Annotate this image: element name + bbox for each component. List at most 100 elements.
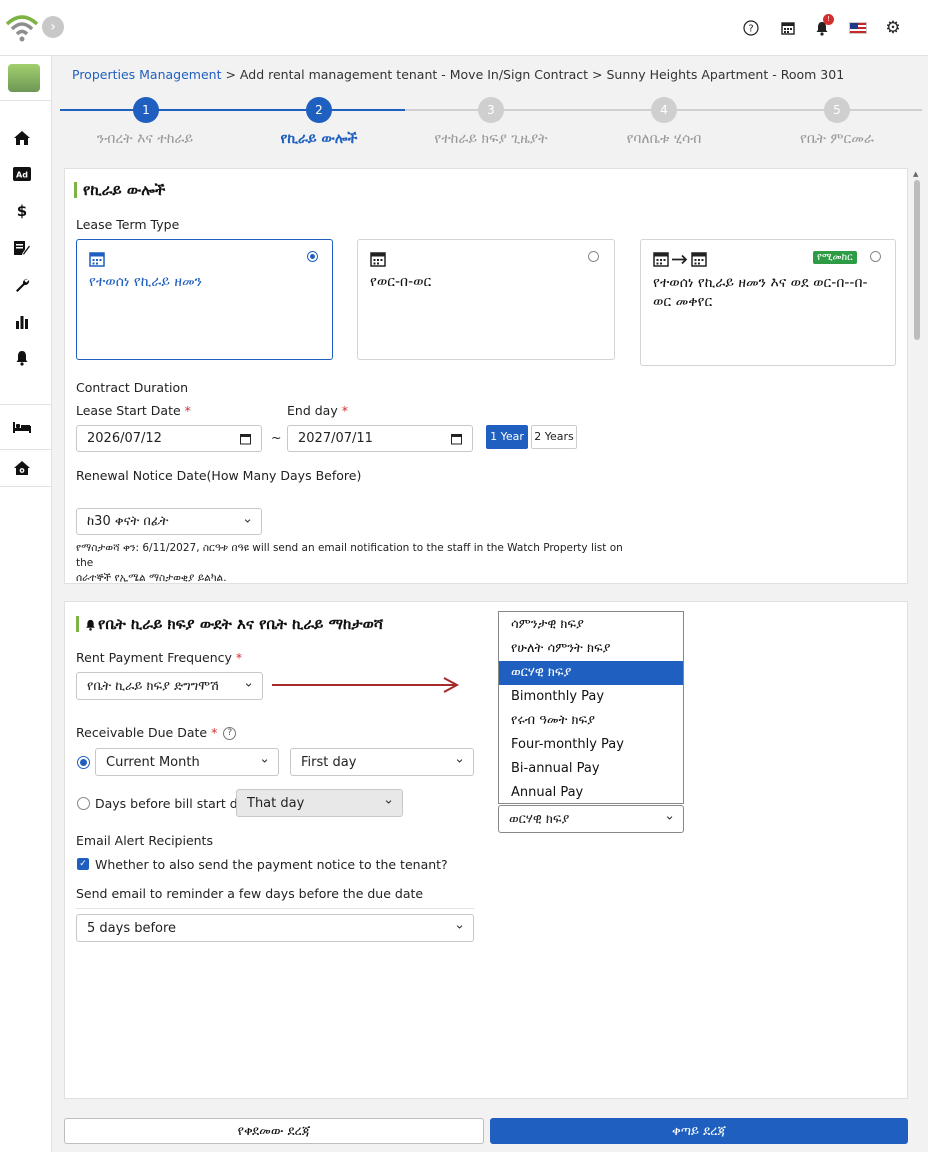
scrollbar-thumb[interactable]	[914, 180, 920, 340]
payment-frequency-value: ወርሃዊ ክፍያ	[509, 811, 570, 827]
step-2-label[interactable]: የኪራይ ውሎች	[234, 131, 404, 147]
rent-frequency-value: የቤት ኪራይ ክፍያ ድግግሞሽ	[87, 678, 219, 694]
bell-icon	[86, 619, 95, 631]
house-settings-icon[interactable]	[12, 458, 32, 478]
frequency-option-biweekly[interactable]: የሁለት ሳምንት ክፍያ	[499, 637, 683, 661]
annotation-arrow-icon	[272, 677, 460, 693]
receivable-due-date-label: Receivable Due Date *?	[76, 725, 237, 740]
lease-option-convert-radio[interactable]	[870, 251, 881, 262]
lease-option-convert-label: የተወሰነ የኪራይ ዘመን እና ወደ ወር-በ--በ-ወር መቀየር	[653, 275, 868, 310]
frequency-option-annual[interactable]: Annual Pay	[499, 781, 683, 805]
step-5-circle[interactable]: 5	[824, 97, 850, 123]
lease-option-fixed[interactable]: የተወሰነ የኪራይ ዘመን	[76, 239, 333, 360]
previous-step-button[interactable]: የቀደመው ደረጃ	[64, 1118, 484, 1144]
calendar-icon	[451, 433, 462, 444]
end-day-value: 2027/07/11	[298, 431, 373, 446]
company-logo	[8, 64, 40, 92]
due-date-current-month-radio[interactable]	[77, 756, 90, 769]
help-icon[interactable]: ?	[741, 18, 761, 38]
step-5-label[interactable]: የቤት ምርመራ	[752, 131, 922, 147]
calendar-icon	[370, 252, 386, 267]
scroll-up-icon[interactable]: ▲	[913, 170, 918, 178]
days-before-radio[interactable]	[77, 797, 90, 810]
one-year-button[interactable]: 1 Year	[486, 425, 528, 449]
due-month-value: Current Month	[106, 754, 200, 770]
step-1-label[interactable]: ንብረት እና ተከራይ	[60, 131, 230, 147]
end-day-input[interactable]: 2027/07/11	[287, 425, 473, 452]
send-tenant-label: Whether to also send the payment notice …	[95, 857, 448, 872]
renewal-notice-value: ከ30 ቀናት በፊት	[87, 514, 169, 529]
renewal-note-line2: ሰራተኞች የኢሜል ማስታወቂያ ይልካል.	[76, 572, 227, 584]
frequency-option-bimonthly[interactable]: Bimonthly Pay	[499, 685, 683, 709]
days-before-select[interactable]: That day	[236, 789, 403, 817]
due-month-select[interactable]: Current Month	[95, 748, 279, 776]
step-4-circle[interactable]: 4	[651, 97, 677, 123]
step-3-circle[interactable]: 3	[478, 97, 504, 123]
reminder-divider	[76, 908, 474, 909]
settings-gear-icon[interactable]: ⚙	[883, 18, 903, 38]
renewal-notice-select[interactable]: ከ30 ቀናት በፊት	[76, 508, 262, 535]
sidebar-divider	[0, 100, 52, 101]
rent-frequency-select[interactable]: የቤት ኪራይ ክፍያ ድግግሞሽ	[76, 672, 263, 700]
next-step-button[interactable]: ቀጣይ ደረጃ	[490, 1118, 908, 1144]
reminder-days-select[interactable]: 5 days before	[76, 914, 474, 942]
payment-frequency-select[interactable]: ወርሃዊ ክፍያ	[498, 805, 684, 833]
frequency-option-bi-annual[interactable]: Bi-annual Pay	[499, 757, 683, 781]
dollar-icon[interactable]: $	[12, 201, 32, 221]
step-4-label[interactable]: የባለቤቱ ሂሳብ	[579, 131, 749, 147]
frequency-option-four-monthly[interactable]: Four-monthly Pay	[499, 733, 683, 757]
step-2-circle[interactable]: 2	[306, 97, 332, 123]
frequency-option-weekly[interactable]: ሳምንታዊ ክፍያ	[499, 613, 683, 637]
send-tenant-checkbox[interactable]: ✓	[77, 858, 89, 870]
wrench-icon[interactable]	[12, 275, 32, 295]
due-day-select[interactable]: First day	[290, 748, 474, 776]
recommended-badge: የሚመከር	[813, 251, 857, 264]
wifi-logo-icon[interactable]	[4, 8, 40, 44]
sidebar-divider	[0, 486, 52, 487]
email-alert-recipients-label: Email Alert Recipients	[76, 833, 213, 848]
notification-bell-icon[interactable]: !	[812, 14, 834, 38]
bar-chart-icon[interactable]	[12, 312, 32, 332]
home-icon[interactable]	[12, 128, 32, 148]
lease-start-date-value: 2026/07/12	[87, 431, 162, 446]
sidebar-divider	[0, 404, 52, 405]
two-years-button[interactable]: 2 Years	[531, 425, 577, 449]
payment-frequency-dropdown-list: ሳምንታዊ ክፍያ የሁለት ሳምንት ክፍያ ወርሃዊ ክፍያ Bimonth…	[498, 611, 684, 804]
lease-term-type-label: Lease Term Type	[76, 217, 180, 232]
bed-icon[interactable]	[12, 417, 32, 437]
stepper-line-done	[60, 109, 405, 111]
breadcrumb-link-properties[interactable]: Properties Management	[72, 67, 222, 82]
rent-payment-card: የቤት ኪራይ ክፍያ ውደት እና የቤት ኪራይ ማከታወሻ Rent Pa…	[64, 601, 908, 1099]
lease-option-fixed-label: የተወሰነ የኪራይ ዘመን	[89, 274, 203, 290]
due-day-value: First day	[301, 754, 357, 770]
frequency-option-quarterly[interactable]: የሩብ ዓመት ክፍያ	[499, 709, 683, 733]
contract-edit-icon[interactable]	[12, 238, 32, 258]
lease-start-date-input[interactable]: 2026/07/12	[76, 425, 262, 452]
send-reminder-label: Send email to reminder a few days before…	[76, 886, 424, 901]
step-1-circle[interactable]: 1	[133, 97, 159, 123]
lease-terms-card: የኪራይ ውሎች Lease Term Type የተወሰነ የኪራይ ዘመን …	[64, 168, 908, 584]
calendar-icon	[89, 252, 105, 267]
calendar-icon	[240, 433, 251, 444]
page-scrollbar[interactable]: ▲	[912, 170, 922, 590]
progress-stepper: 1 ንብረት እና ተከራይ 2 የኪራይ ውሎች 3 የተከራይ ክፍያ ጊዜ…	[60, 96, 922, 156]
lease-option-fixed-radio[interactable]	[307, 251, 318, 262]
breadcrumb-separator: >	[221, 67, 240, 82]
breadcrumb-separator: >	[588, 67, 607, 82]
lease-option-month-radio[interactable]	[588, 251, 599, 262]
frequency-option-monthly[interactable]: ወርሃዊ ክፍያ	[499, 661, 683, 685]
contract-duration-label: Contract Duration	[76, 380, 189, 395]
language-flag-icon[interactable]	[848, 18, 868, 38]
calendar-arrow-calendar-icon	[653, 252, 707, 267]
end-day-label: End day *	[287, 403, 348, 418]
lease-option-fixed-then-monthly[interactable]: የሚመከር የተወሰነ የኪራይ ዘመን እና ወደ ወር-በ--በ-ወር መቀ…	[640, 239, 896, 366]
calendar-icon[interactable]	[778, 18, 798, 38]
ad-icon[interactable]: Ad	[12, 164, 32, 184]
collapse-sidebar-button[interactable]: ›	[42, 16, 64, 38]
alert-bell-icon[interactable]	[12, 348, 32, 368]
sidebar: Ad $	[0, 56, 52, 1152]
lease-option-month-to-month[interactable]: የወር-በ-ወር	[357, 239, 615, 360]
svg-text:?: ?	[748, 24, 753, 35]
step-3-label[interactable]: የተከራይ ክፍያ ጊዜያት	[406, 131, 576, 147]
help-icon[interactable]: ?	[223, 727, 237, 740]
